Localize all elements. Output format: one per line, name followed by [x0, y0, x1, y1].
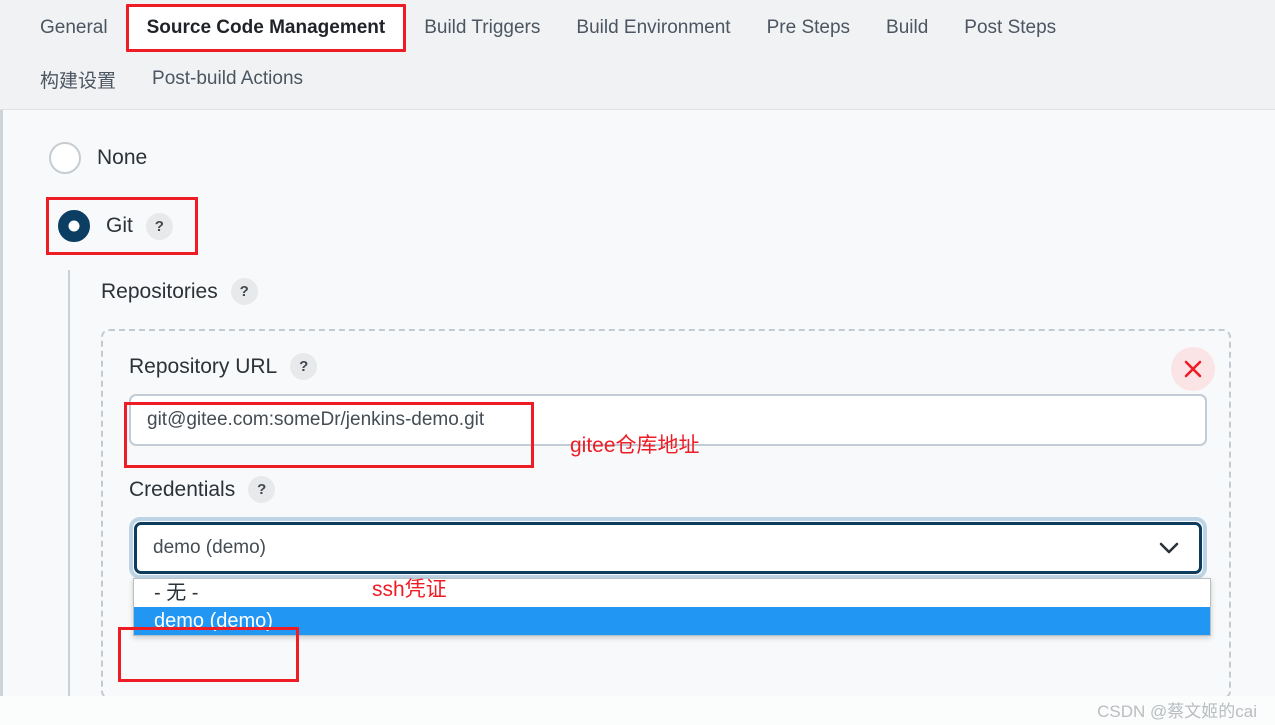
repository-url-label: Repository URL	[129, 354, 278, 378]
credentials-label: Credentials	[129, 477, 236, 501]
watermark: CSDN @蔡文姬的cai	[1097, 702, 1257, 721]
tab-post-build-actions[interactable]: Post-build Actions	[134, 60, 321, 98]
help-icon-repository-url[interactable]: ?	[290, 353, 318, 380]
tab-build[interactable]: Build	[868, 9, 946, 47]
chevron-down-icon	[1159, 542, 1179, 554]
credentials-option-demo[interactable]: demo (demo)	[134, 607, 1210, 635]
tab-bar: General Source Code Management Build Tri…	[0, 0, 1275, 110]
tab-build-settings[interactable]: 构建设置	[22, 58, 134, 101]
radio-none-label: None	[97, 146, 148, 169]
tab-build-triggers[interactable]: Build Triggers	[406, 9, 558, 47]
credentials-select-wrap: demo (demo) - 无 - demo (demo)	[129, 517, 1211, 636]
repositories-label: Repositories	[101, 279, 218, 303]
scm-config-panel: None Git ? Repositories ? Repository URL…	[0, 110, 1275, 699]
radio-git-label: Git	[106, 214, 133, 237]
delete-repository-button[interactable]	[1171, 347, 1215, 391]
credentials-focus-ring: demo (demo)	[129, 517, 1207, 579]
annotation-gitee-url: gitee仓库地址	[570, 434, 700, 457]
git-settings-block: Repositories ? Repository URL ? Credenti…	[68, 270, 1263, 699]
tab-post-steps[interactable]: Post Steps	[946, 9, 1074, 47]
help-icon-git[interactable]: ?	[145, 212, 173, 240]
credentials-select[interactable]: demo (demo)	[134, 522, 1202, 574]
credentials-label-row: Credentials ?	[129, 476, 1203, 503]
radio-option-git[interactable]: Git ?	[46, 197, 198, 255]
tab-general[interactable]: General	[22, 9, 126, 47]
tab-row-primary: General Source Code Management Build Tri…	[0, 0, 1275, 55]
repository-entry: Repository URL ? Credentials ? demo (dem…	[101, 329, 1231, 699]
footer-strip	[0, 696, 1275, 725]
help-icon-repositories[interactable]: ?	[230, 278, 258, 305]
credentials-selected-value: demo (demo)	[153, 537, 266, 558]
repository-url-label-row: Repository URL ?	[129, 353, 1203, 380]
tab-source-code-management[interactable]: Source Code Management	[125, 3, 407, 52]
credentials-option-none[interactable]: - 无 -	[134, 579, 1210, 607]
tab-row-secondary: 构建设置 Post-build Actions	[0, 55, 1275, 103]
radio-none-indicator[interactable]	[49, 142, 81, 174]
credentials-dropdown-list[interactable]: - 无 - demo (demo)	[133, 578, 1211, 636]
close-icon	[1184, 360, 1202, 378]
repositories-section-title: Repositories ?	[101, 278, 1263, 305]
tab-build-environment[interactable]: Build Environment	[558, 9, 748, 47]
radio-git-indicator[interactable]	[58, 210, 90, 242]
radio-option-none[interactable]: None	[49, 142, 147, 174]
annotation-ssh-cred: ssh凭证	[372, 578, 447, 601]
help-icon-credentials[interactable]: ?	[248, 476, 276, 503]
tab-pre-steps[interactable]: Pre Steps	[749, 9, 868, 47]
